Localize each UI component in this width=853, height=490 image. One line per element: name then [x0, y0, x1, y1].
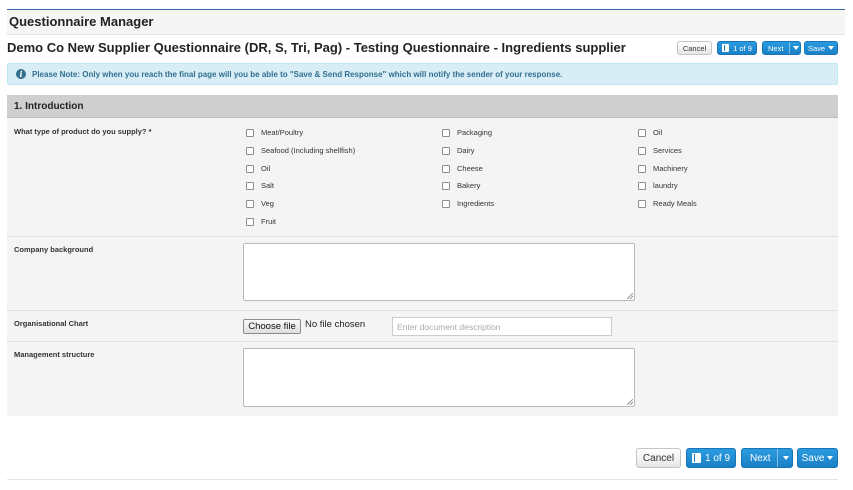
- checkbox-box[interactable]: [442, 128, 450, 137]
- management-structure-textarea[interactable]: [243, 348, 635, 407]
- page-indicator-label: 1 of 9: [733, 43, 752, 53]
- next-dropdown-toggle[interactable]: [789, 42, 801, 54]
- checkbox-label: Salt: [261, 181, 274, 190]
- cancel-button-label: Cancel: [682, 43, 707, 53]
- checkbox-option[interactable]: Cheese: [442, 164, 483, 173]
- checkbox-label: Ingredients: [457, 199, 495, 208]
- checkbox-option[interactable]: Dairy: [442, 146, 475, 155]
- checkbox-option[interactable]: Packaging: [442, 128, 492, 137]
- info-notice: i Please Note: Only when you reach the f…: [7, 63, 838, 85]
- checkbox-box[interactable]: [246, 128, 254, 137]
- checkbox-label: Services: [653, 146, 682, 155]
- file-status-text: No file chosen: [305, 319, 366, 330]
- checkbox-label: Cheese: [457, 164, 483, 173]
- checkbox-label: Oil: [653, 128, 663, 137]
- checkbox-box[interactable]: [442, 146, 450, 155]
- checkbox-box[interactable]: [442, 199, 450, 208]
- save-button[interactable]: Save: [804, 41, 838, 55]
- resize-grip-icon[interactable]: [627, 399, 633, 405]
- document-description-input[interactable]: [392, 317, 612, 336]
- app-header-bar: Questionnaire Manager: [7, 9, 845, 35]
- app-title: Questionnaire Manager: [9, 14, 154, 29]
- checkbox-box[interactable]: [246, 217, 254, 226]
- checkbox-option[interactable]: Machinery: [638, 164, 688, 173]
- checkbox-label: Packaging: [457, 128, 493, 137]
- cancel-button[interactable]: Cancel: [677, 41, 712, 55]
- chevron-down-icon: [827, 456, 834, 460]
- checkbox-label: Ready Meals: [653, 199, 697, 208]
- choose-file-label: Choose file: [248, 321, 296, 332]
- checkbox-box[interactable]: [638, 164, 646, 173]
- question-label: Company background: [14, 245, 94, 254]
- chevron-down-icon: [792, 46, 799, 50]
- footer-page-indicator-button[interactable]: 1 of 9: [686, 448, 736, 468]
- checkbox-option[interactable]: laundry: [638, 181, 678, 190]
- book-icon: [691, 453, 701, 463]
- checkbox-label: Veg: [261, 199, 274, 208]
- checkbox-option[interactable]: Fruit: [246, 217, 276, 226]
- checkbox-box[interactable]: [638, 146, 646, 155]
- checkbox-box[interactable]: [638, 199, 646, 208]
- resize-grip-icon[interactable]: [627, 293, 633, 299]
- next-button-label: Next: [768, 43, 784, 53]
- checkbox-option[interactable]: Seafood (Including shellfish): [246, 146, 355, 155]
- checkbox-box[interactable]: [246, 181, 254, 190]
- info-icon: i: [16, 69, 26, 79]
- checkbox-box[interactable]: [638, 181, 646, 190]
- section-header: 1. Introduction: [7, 95, 838, 118]
- checkbox-option[interactable]: Meat/Poultry: [246, 128, 303, 137]
- checkbox-label: Fruit: [261, 217, 276, 226]
- next-button-label: Next: [750, 452, 771, 464]
- checkbox-option[interactable]: Ingredients: [442, 199, 494, 208]
- checkbox-option[interactable]: Ready Meals: [638, 199, 697, 208]
- footer-save-button[interactable]: Save: [797, 448, 838, 468]
- next-dropdown-toggle[interactable]: [777, 449, 793, 467]
- checkbox-box[interactable]: [246, 146, 254, 155]
- cancel-button-label: Cancel: [642, 452, 675, 464]
- checkbox-box[interactable]: [246, 164, 254, 173]
- save-button-label: Save: [807, 43, 826, 53]
- checkbox-option[interactable]: Salt: [246, 181, 274, 190]
- footer-next-button[interactable]: Next: [741, 448, 793, 468]
- choose-file-button[interactable]: Choose file: [243, 319, 301, 334]
- checkbox-option[interactable]: Services: [638, 146, 682, 155]
- chevron-down-icon: [782, 456, 789, 460]
- checkbox-label: Dairy: [457, 146, 475, 155]
- company-background-textarea[interactable]: [243, 243, 635, 301]
- question-product-type: What type of product do you supply? *: [7, 118, 838, 237]
- checkbox-label: Bakery: [457, 181, 481, 190]
- checkbox-box[interactable]: [442, 164, 450, 173]
- question-label: Organisational Chart: [14, 319, 89, 328]
- save-button-label: Save: [801, 452, 825, 464]
- checkbox-label: laundry: [653, 181, 678, 190]
- checkbox-label: Meat/Poultry: [261, 128, 304, 137]
- next-button[interactable]: Next: [762, 41, 801, 55]
- checkbox-box[interactable]: [246, 199, 254, 208]
- checkbox-box[interactable]: [638, 128, 646, 137]
- checkbox-option[interactable]: Veg: [246, 199, 274, 208]
- question-label: Management structure: [14, 350, 95, 359]
- checkbox-option[interactable]: Oil: [638, 128, 662, 137]
- chevron-down-icon: [828, 46, 835, 50]
- page-indicator-button[interactable]: 1 of 9: [717, 41, 757, 55]
- checkbox-option[interactable]: Oil: [246, 164, 270, 173]
- footer-divider: [7, 479, 838, 480]
- checkbox-label: Seafood (Including shellfish): [261, 146, 356, 155]
- book-icon: [722, 44, 730, 52]
- page-indicator-label: 1 of 9: [704, 452, 731, 464]
- info-notice-text: Please Note: Only when you reach the fin…: [32, 69, 563, 79]
- checkbox-option[interactable]: Bakery: [442, 181, 480, 190]
- question-label: What type of product do you supply? *: [14, 127, 152, 136]
- section-title: 1. Introduction: [14, 100, 84, 112]
- footer-cancel-button[interactable]: Cancel: [636, 448, 681, 468]
- checkbox-label: Oil: [261, 164, 271, 173]
- page-title: Demo Co New Supplier Questionnaire (DR, …: [7, 40, 626, 55]
- checkbox-box[interactable]: [442, 181, 450, 190]
- checkbox-label: Machinery: [653, 164, 688, 173]
